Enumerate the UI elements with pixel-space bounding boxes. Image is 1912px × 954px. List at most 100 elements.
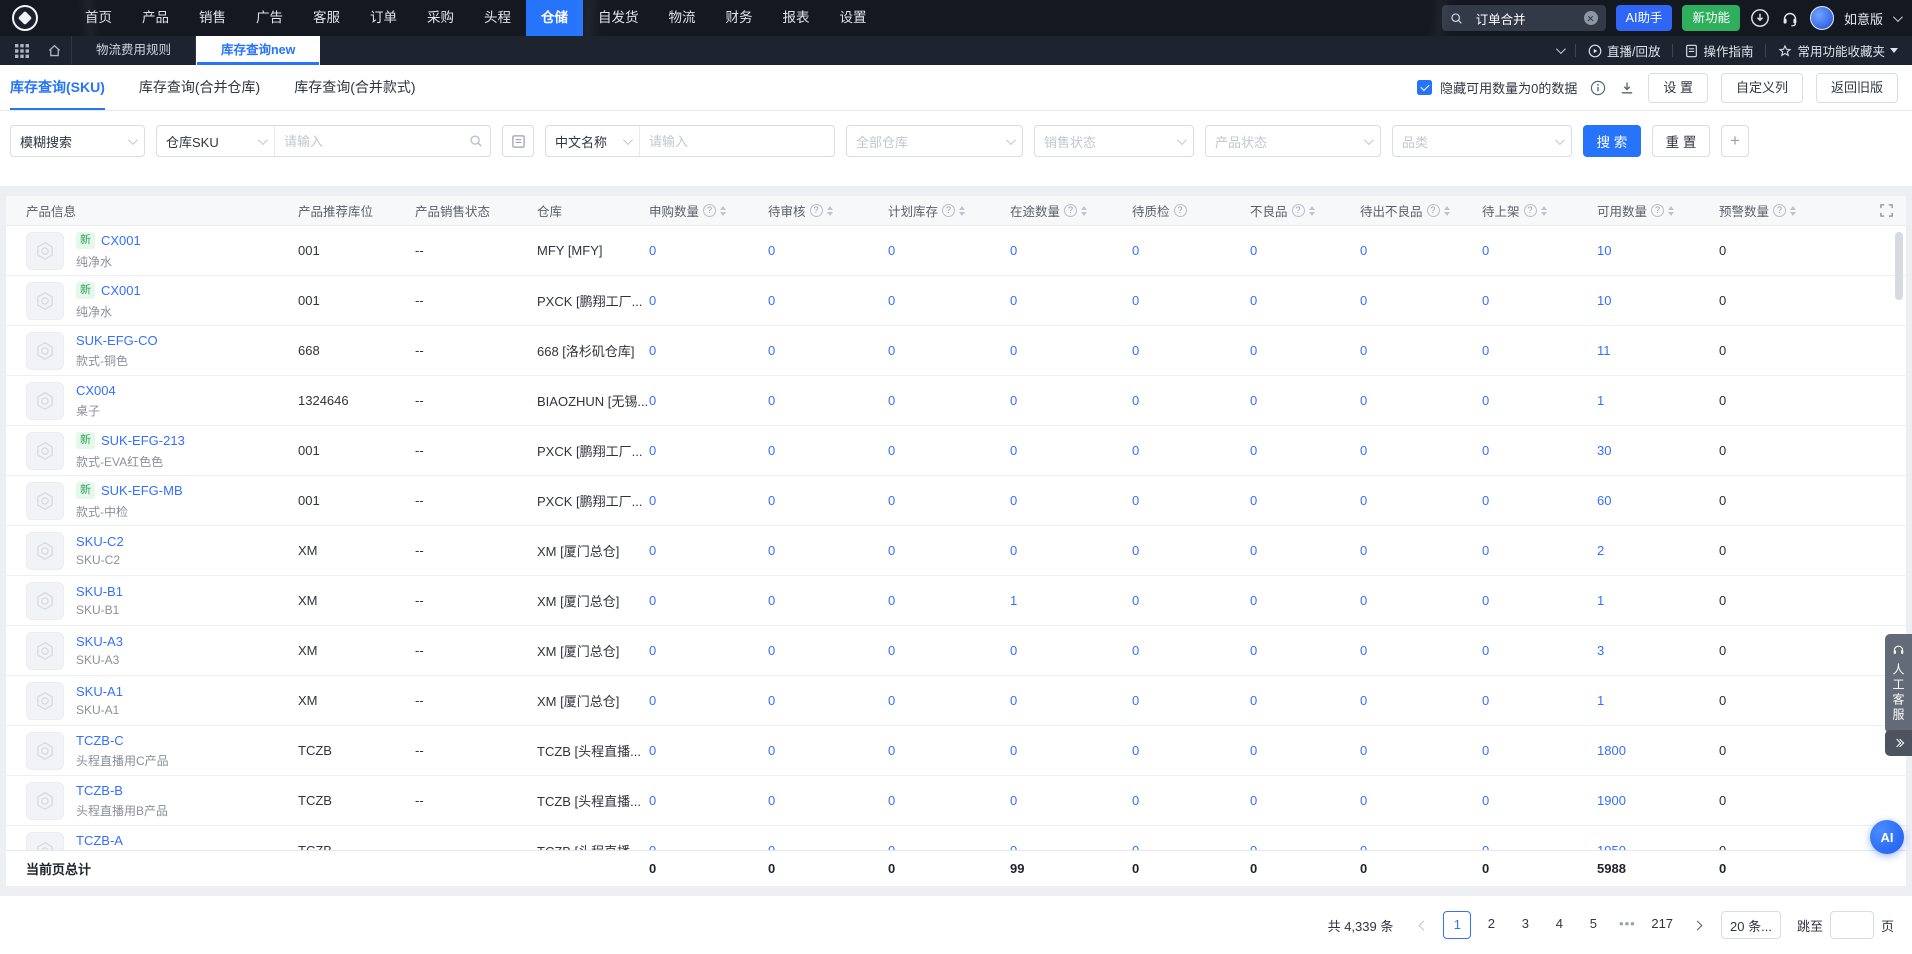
qty-cell-8[interactable]: 0 [1482, 843, 1597, 850]
help-icon[interactable]: ? [1427, 204, 1440, 217]
nav-item-物流[interactable]: 物流 [654, 0, 711, 36]
qty-cell-5[interactable]: 0 [1132, 493, 1250, 508]
qty-cell-3[interactable]: 0 [888, 493, 1010, 508]
qty-cell-8[interactable]: 0 [1482, 793, 1597, 808]
qty-cell-9[interactable]: 30 [1597, 443, 1719, 458]
sku-link[interactable]: SKU-B1 [76, 584, 123, 599]
sku-link[interactable]: SKU-A1 [76, 684, 123, 699]
page-button-2[interactable]: 2 [1477, 911, 1505, 939]
qty-cell-4[interactable]: 0 [1010, 693, 1132, 708]
sort-icon[interactable] [959, 206, 965, 216]
clear-search-icon[interactable] [1584, 11, 1598, 25]
qty-cell-7[interactable]: 0 [1360, 243, 1482, 258]
nav-item-报表[interactable]: 报表 [768, 0, 825, 36]
qty-cell-3[interactable]: 0 [888, 443, 1010, 458]
qty-cell-9[interactable]: 1 [1597, 393, 1719, 408]
live-replay-button[interactable]: 直播/回放 [1588, 41, 1660, 60]
qty-cell-2[interactable]: 0 [768, 393, 888, 408]
ai-floating-button[interactable]: AI [1870, 820, 1904, 854]
prev-page-button[interactable] [1411, 911, 1435, 939]
sort-icon[interactable] [1668, 206, 1674, 216]
sort-icon[interactable] [1790, 206, 1796, 216]
nav-item-广告[interactable]: 广告 [241, 0, 298, 36]
home-icon[interactable] [38, 36, 71, 65]
page-button-1[interactable]: 1 [1443, 911, 1471, 939]
qty-cell-9[interactable]: 1900 [1597, 793, 1719, 808]
scrollbar-thumb[interactable] [1895, 232, 1903, 300]
qty-cell-2[interactable]: 0 [768, 343, 888, 358]
global-search[interactable] [1442, 5, 1606, 31]
qty-cell-5[interactable]: 0 [1132, 443, 1250, 458]
nav-item-订单[interactable]: 订单 [355, 0, 412, 36]
qty-cell-1[interactable]: 0 [649, 643, 768, 658]
qty-cell-6[interactable]: 0 [1250, 793, 1360, 808]
qty-cell-9[interactable]: 11 [1597, 343, 1719, 358]
page-button-4[interactable]: 4 [1545, 911, 1573, 939]
nav-item-产品[interactable]: 产品 [127, 0, 184, 36]
favorites-button[interactable]: 常用功能收藏夹 [1778, 41, 1898, 60]
qty-cell-8[interactable]: 0 [1482, 593, 1597, 608]
reset-button[interactable]: 重 置 [1652, 125, 1710, 157]
qty-cell-4[interactable]: 0 [1010, 793, 1132, 808]
nav-item-客服[interactable]: 客服 [298, 0, 355, 36]
sales-status-select[interactable]: 销售状态 [1034, 125, 1194, 157]
page-button-3[interactable]: 3 [1511, 911, 1539, 939]
qty-cell-7[interactable]: 0 [1360, 693, 1482, 708]
fullscreen-icon[interactable] [1879, 203, 1894, 223]
qty-cell-2[interactable]: 0 [768, 693, 888, 708]
nav-item-仓储[interactable]: 仓储 [526, 0, 583, 36]
help-icon[interactable]: ? [703, 204, 716, 217]
qty-cell-6[interactable]: 0 [1250, 493, 1360, 508]
product-status-select[interactable]: 产品状态 [1205, 125, 1381, 157]
qty-cell-1[interactable]: 0 [649, 393, 768, 408]
sku-link[interactable]: SUK-EFG-CO [76, 333, 158, 348]
next-page-button[interactable] [1685, 911, 1709, 939]
qty-cell-5[interactable]: 0 [1132, 343, 1250, 358]
sku-link[interactable]: TCZB-B [76, 783, 123, 798]
sku-link[interactable]: CX004 [76, 383, 116, 398]
qty-cell-8[interactable]: 0 [1482, 393, 1597, 408]
jump-input[interactable] [1830, 911, 1874, 939]
qty-cell-6[interactable]: 0 [1250, 443, 1360, 458]
fuzzy-search-select[interactable]: 模糊搜索 [10, 125, 145, 157]
qty-cell-3[interactable]: 0 [888, 293, 1010, 308]
qty-cell-9[interactable]: 1800 [1597, 743, 1719, 758]
qty-cell-3[interactable]: 0 [888, 743, 1010, 758]
guide-button[interactable]: 操作指南 [1685, 41, 1753, 60]
qty-cell-4[interactable]: 0 [1010, 443, 1132, 458]
qty-cell-8[interactable]: 0 [1482, 293, 1597, 308]
qty-cell-6[interactable]: 0 [1250, 343, 1360, 358]
sku-link[interactable]: CX001 [101, 283, 141, 298]
help-icon[interactable]: ? [1174, 204, 1187, 217]
search-button[interactable]: 搜 索 [1583, 125, 1641, 157]
qty-cell-5[interactable]: 0 [1132, 793, 1250, 808]
qty-cell-1[interactable]: 0 [649, 743, 768, 758]
add-filter-button[interactable]: + [1721, 125, 1749, 157]
collapse-panel-button[interactable] [1885, 730, 1912, 756]
qty-cell-3[interactable]: 0 [888, 543, 1010, 558]
qty-cell-5[interactable]: 0 [1132, 643, 1250, 658]
app-logo-icon[interactable] [12, 5, 38, 31]
qty-cell-1[interactable]: 0 [649, 793, 768, 808]
help-icon[interactable]: ? [1524, 204, 1537, 217]
tabs-dropdown-icon[interactable] [1556, 44, 1566, 54]
sort-icon[interactable] [720, 206, 726, 216]
qty-cell-4[interactable]: 0 [1010, 743, 1132, 758]
qty-cell-9[interactable]: 10 [1597, 293, 1719, 308]
qty-cell-3[interactable]: 0 [888, 843, 1010, 850]
hide-zero-checkbox[interactable] [1417, 80, 1432, 95]
qty-cell-9[interactable]: 60 [1597, 493, 1719, 508]
nav-item-首页[interactable]: 首页 [70, 0, 127, 36]
download-icon[interactable] [1750, 8, 1770, 28]
subtab-库存查询(合并款式)[interactable]: 库存查询(合并款式) [294, 65, 415, 110]
name-field-select[interactable]: 中文名称 [546, 126, 639, 156]
info-icon[interactable] [1590, 80, 1606, 96]
qty-cell-7[interactable]: 0 [1360, 593, 1482, 608]
help-icon[interactable]: ? [1292, 204, 1305, 217]
category-select[interactable]: 品类 [1392, 125, 1572, 157]
qty-cell-4[interactable]: 0 [1010, 243, 1132, 258]
sku-link[interactable]: SUK-EFG-213 [101, 433, 185, 448]
sort-icon[interactable] [827, 206, 833, 216]
qty-cell-3[interactable]: 0 [888, 593, 1010, 608]
qty-cell-3[interactable]: 0 [888, 693, 1010, 708]
